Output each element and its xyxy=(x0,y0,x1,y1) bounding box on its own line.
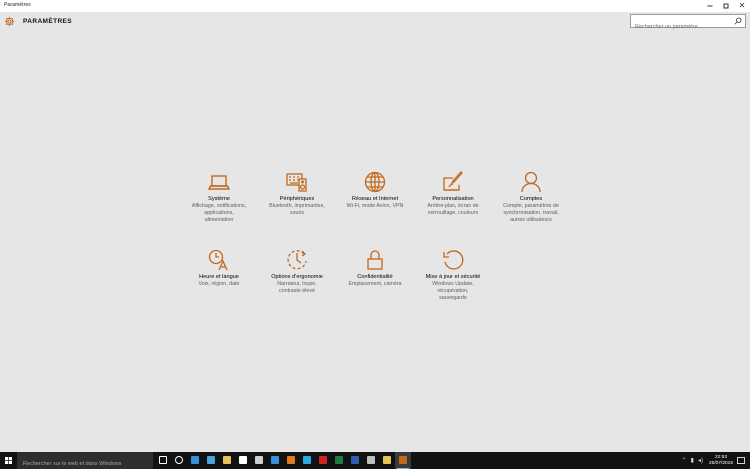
gear-icon xyxy=(4,16,15,27)
tile-devices[interactable]: Périphériques Bluetooth, imprimantes, so… xyxy=(258,170,336,217)
taskbar-app-word[interactable] xyxy=(347,452,363,469)
chevron-up-icon[interactable]: ⌃ xyxy=(682,458,687,464)
update-icon xyxy=(443,250,464,270)
taskbar-app-excel[interactable] xyxy=(331,452,347,469)
taskbar-app-calculator[interactable] xyxy=(251,452,267,469)
taskbar-search[interactable] xyxy=(17,452,153,469)
clock[interactable]: 22:53 25/07/2015 xyxy=(709,455,733,466)
tile-description: Voix, région, date xyxy=(198,281,240,287)
globe-icon xyxy=(364,171,386,193)
volume-icon[interactable]: ◂) xyxy=(698,458,703,464)
search-icon[interactable] xyxy=(734,17,742,25)
maximize-icon xyxy=(723,3,729,9)
search-input[interactable] xyxy=(631,21,727,33)
task-view-icon xyxy=(159,456,167,464)
clock-date: 25/07/2015 xyxy=(708,460,733,466)
tile-system[interactable]: Système Affichage, notifications, applic… xyxy=(180,170,258,224)
taskbar-app-task-view[interactable] xyxy=(155,452,171,469)
lock-icon xyxy=(367,250,383,270)
page-title: PARAMÈTRES xyxy=(23,18,73,25)
close-icon: ✕ xyxy=(738,1,746,10)
tile-description: Windows Update, récupération, sauvegarde xyxy=(432,281,474,301)
tile-time-language[interactable]: Heure et langue Voix, région, date xyxy=(180,248,258,288)
tile-label: Comptes xyxy=(519,196,543,202)
paint-icon xyxy=(443,171,463,191)
taskbar-app-ie[interactable] xyxy=(203,452,219,469)
tile-network[interactable]: Réseau et Internet Wi-Fi, mode Avion, VP… xyxy=(336,170,414,210)
tile-privacy[interactable]: Confidentialité Emplacement, caméra xyxy=(336,248,414,288)
settings-search-box[interactable] xyxy=(630,14,746,33)
windows-app-icon xyxy=(271,456,279,464)
word-icon xyxy=(351,456,359,464)
taskbar-app-windows-app[interactable] xyxy=(267,452,283,469)
taskbar-app-illustrator[interactable] xyxy=(283,452,299,469)
tile-label: Système xyxy=(208,196,230,202)
close-button[interactable]: ✕ xyxy=(734,0,750,12)
system-tray: ⌃ ▮ ◂) 22:53 25/07/2015 xyxy=(680,452,750,469)
filezilla-icon xyxy=(319,456,327,464)
windows-logo-icon xyxy=(5,457,12,464)
calculator-icon xyxy=(255,456,263,464)
tile-label: Mise à jour et sécurité xyxy=(425,274,481,280)
tile-label: Périphériques xyxy=(279,196,315,202)
file-explorer-icon xyxy=(223,456,231,464)
taskbar-app-filezilla[interactable] xyxy=(315,452,331,469)
notification-center-icon[interactable] xyxy=(737,457,745,464)
tile-label: Personnalisation xyxy=(432,196,474,202)
taskbar-app-photoshop[interactable] xyxy=(299,452,315,469)
tile-description: Bluetooth, imprimantes, souris xyxy=(269,203,325,216)
devices-icon xyxy=(286,173,307,192)
tile-ease-of-access[interactable]: Options d’ergonomie Narrateur, loupe, co… xyxy=(258,248,336,295)
tile-description: Compte, paramètres de synchronisation, t… xyxy=(503,203,559,223)
ie-icon xyxy=(207,456,215,464)
photoshop-icon xyxy=(303,456,311,464)
edge-icon xyxy=(191,456,199,464)
taskbar-app-file-explorer[interactable] xyxy=(219,452,235,469)
tile-label: Heure et langue xyxy=(199,274,239,280)
tile-description: Affichage, notifications, applications, … xyxy=(191,203,247,223)
taskbar-app-edge[interactable] xyxy=(187,452,203,469)
taskbar-app-xbox[interactable] xyxy=(171,452,187,469)
maximize-button[interactable] xyxy=(718,0,734,12)
start-button[interactable] xyxy=(0,452,17,469)
tile-description: Narrateur, loupe, contraste élevé xyxy=(277,281,317,294)
tile-accounts[interactable]: Comptes Compte, paramètres de synchronis… xyxy=(492,170,570,224)
taskbar-app-settings-app[interactable] xyxy=(395,452,411,469)
xbox-icon xyxy=(175,456,183,464)
minimize-button[interactable] xyxy=(702,0,718,12)
settings-app-icon xyxy=(399,456,407,464)
tile-personalization[interactable]: Personnalisation Arrière-plan, écran de … xyxy=(414,170,492,217)
tile-label: Options d’ergonomie xyxy=(271,274,323,280)
taskbar-search-input[interactable] xyxy=(17,455,147,469)
tile-description: Wi-Fi, mode Avion, VPN xyxy=(346,203,404,209)
taskbar: ⌃ ▮ ◂) 22:53 25/07/2015 xyxy=(0,452,750,469)
taskbar-app-app-icon-2[interactable] xyxy=(379,452,395,469)
network-icon[interactable]: ▮ xyxy=(691,458,694,464)
laptop-icon xyxy=(207,175,231,190)
time-language-icon xyxy=(208,249,228,271)
excel-icon xyxy=(335,456,343,464)
window-title: Paramètres xyxy=(4,2,31,8)
app-icon xyxy=(367,456,375,464)
tile-label: Confidentialité xyxy=(357,274,393,280)
tile-description: Arrière-plan, écran de verrouillage, cou… xyxy=(427,203,479,216)
person-icon xyxy=(521,171,541,193)
window-controls: ✕ xyxy=(702,0,750,12)
tile-update-security[interactable]: Mise à jour et sécurité Windows Update, … xyxy=(414,248,492,302)
taskbar-apps xyxy=(155,452,411,469)
taskbar-app-app[interactable] xyxy=(363,452,379,469)
taskbar-app-store[interactable] xyxy=(235,452,251,469)
tray-icons: ⌃ ▮ ◂) xyxy=(680,458,705,464)
tile-label: Réseau et Internet xyxy=(351,196,399,202)
tile-description: Emplacement, caméra xyxy=(348,281,402,287)
title-bar: Paramètres ✕ xyxy=(0,0,750,12)
minimize-icon xyxy=(707,5,713,7)
ease-of-access-icon xyxy=(287,250,307,270)
store-icon xyxy=(239,456,247,464)
illustrator-icon xyxy=(287,456,295,464)
app-icon-2 xyxy=(383,456,391,464)
